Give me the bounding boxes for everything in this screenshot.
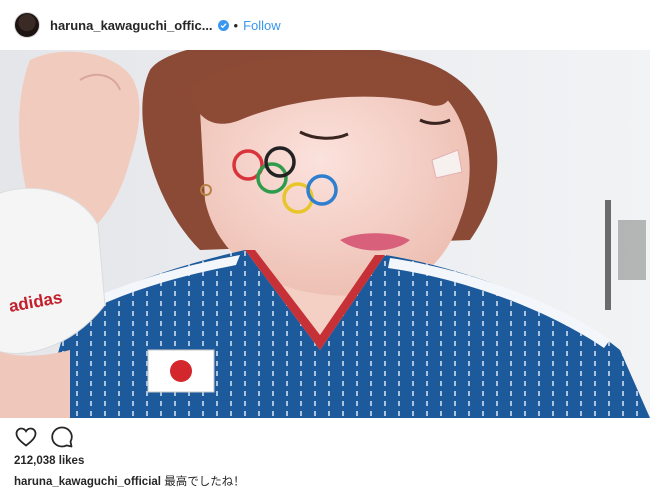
post-caption: haruna_kawaguchi_official 最高でしたね！ bbox=[14, 473, 245, 489]
username-link[interactable]: haruna_kawaguchi_offic... bbox=[50, 18, 213, 33]
post-photo[interactable]: adidas bbox=[0, 50, 650, 418]
verified-badge-icon bbox=[217, 19, 229, 31]
avatar[interactable] bbox=[14, 12, 40, 38]
heart-icon[interactable] bbox=[14, 425, 38, 449]
follow-button[interactable]: Follow bbox=[243, 18, 281, 33]
background-stand bbox=[605, 200, 611, 310]
caption-text: 最高でしたね！ bbox=[164, 476, 245, 488]
japan-flag-patch bbox=[147, 349, 215, 393]
likes-count[interactable]: 212,038 likes bbox=[14, 455, 84, 467]
separator-dot: • bbox=[233, 17, 239, 33]
comment-bubble-icon[interactable] bbox=[50, 425, 74, 449]
action-bar bbox=[14, 425, 86, 449]
caption-username-link[interactable]: haruna_kawaguchi_official bbox=[14, 476, 161, 488]
post-header: haruna_kawaguchi_offic... • Follow bbox=[0, 0, 650, 50]
